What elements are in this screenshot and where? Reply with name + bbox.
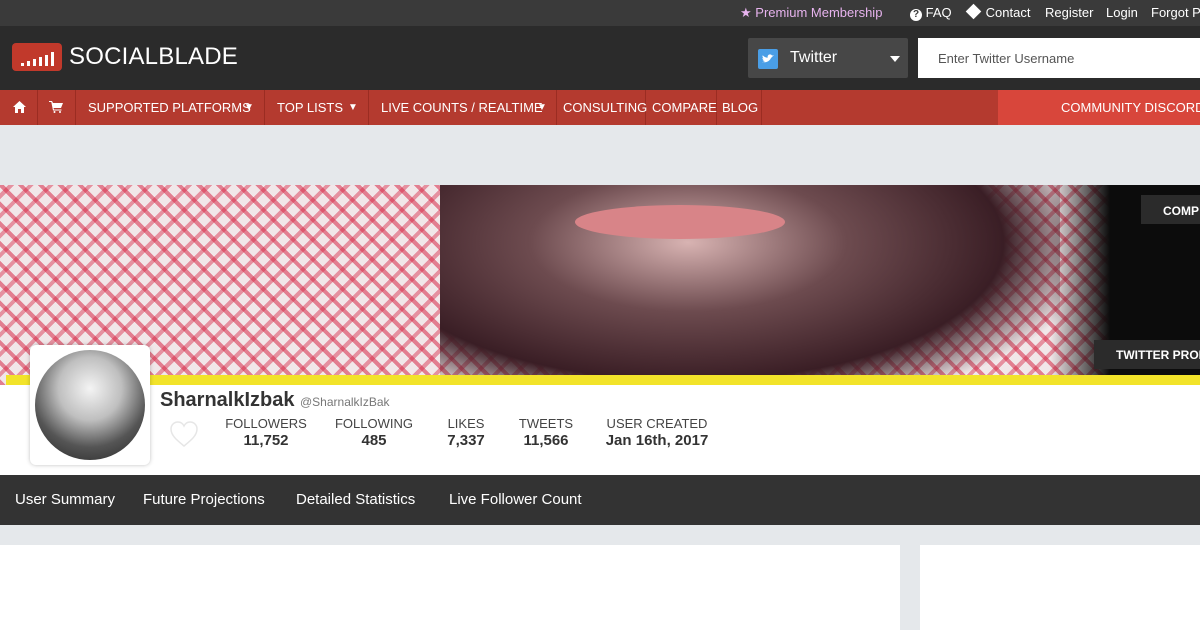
site-header: SOCIALBLADE Twitter xyxy=(0,26,1200,90)
stat-tweets-value: 11,566 xyxy=(523,432,569,449)
caret-down-icon: ▼ xyxy=(348,102,358,113)
twitter-bird-icon xyxy=(758,49,778,69)
top-utility-bar: ★ Premium Membership ? FAQ Contact Regis… xyxy=(0,0,1200,26)
login-link[interactable]: Login xyxy=(1106,5,1138,20)
signal-bars-icon xyxy=(21,52,54,66)
logo-icon[interactable] xyxy=(12,43,62,71)
tab-user-summary[interactable]: User Summary xyxy=(15,491,115,508)
username-search-input[interactable] xyxy=(918,38,1200,78)
faq-label: FAQ xyxy=(925,5,952,20)
shopping-cart-icon xyxy=(49,101,63,113)
stat-tweets-label: TWEETS xyxy=(518,416,574,431)
nav-supported-platforms-label: SUPPORTED PLATFORMS xyxy=(88,100,251,115)
profile-handle: @SharnalkIzBak xyxy=(300,395,390,409)
register-link[interactable]: Register xyxy=(1045,5,1093,20)
main-content-panel xyxy=(0,545,900,630)
tag-icon xyxy=(965,3,982,20)
stat-user-created-value: Jan 16th, 2017 xyxy=(605,432,709,449)
main-nav: SUPPORTED PLATFORMS ▼ TOP LISTS ▼ LIVE C… xyxy=(0,90,1200,125)
stat-followers-label: FOLLOWERS xyxy=(225,416,307,431)
premium-label: Premium Membership xyxy=(755,5,883,20)
stat-following-label: FOLLOWING xyxy=(334,416,414,431)
compare-button[interactable]: COMP xyxy=(1141,195,1200,224)
nav-consulting-label: CONSULTING xyxy=(563,100,648,115)
profile-banner-image: COMP TWITTER PROF xyxy=(0,185,1200,385)
stat-user-created-label: USER CREATED xyxy=(606,416,708,431)
nav-consulting[interactable]: CONSULTING xyxy=(557,90,648,125)
nav-discord-label: COMMUNITY DISCORD xyxy=(1061,100,1200,115)
profile-tabs: User Summary Future Projections Detailed… xyxy=(0,475,1200,525)
heart-favorite-icon[interactable] xyxy=(168,418,200,450)
tab-live-follower-count[interactable]: Live Follower Count xyxy=(449,491,582,508)
nav-compare[interactable]: COMPARE xyxy=(646,90,717,125)
question-circle-icon: ? xyxy=(910,9,922,21)
profile-name: SharnalkIzbak xyxy=(160,389,295,411)
stat-followers-value: 11,752 xyxy=(243,432,289,449)
caret-down-icon: ▼ xyxy=(244,102,254,113)
caret-down-icon: ▼ xyxy=(537,102,547,113)
nav-top-lists-label: TOP LISTS xyxy=(277,100,343,115)
nav-supported-platforms[interactable]: SUPPORTED PLATFORMS ▼ xyxy=(76,90,265,125)
nav-blog-label: BLOG xyxy=(722,100,759,115)
faq-link[interactable]: ? FAQ xyxy=(910,5,952,21)
nav-home[interactable] xyxy=(0,90,38,125)
platform-label: Twitter xyxy=(790,49,838,66)
banner-mouth xyxy=(575,205,785,239)
contact-label: Contact xyxy=(985,5,1031,20)
stat-following-value: 485 xyxy=(361,432,387,449)
tab-future-projections[interactable]: Future Projections xyxy=(143,491,265,508)
nav-community-discord[interactable]: COMMUNITY DISCORD xyxy=(998,90,1200,125)
tab-detailed-statistics[interactable]: Detailed Statistics xyxy=(296,491,415,508)
banner-yellow-strip xyxy=(6,375,1200,385)
nav-live-counts[interactable]: LIVE COUNTS / REALTIME ▼ xyxy=(369,90,557,125)
nav-blog[interactable]: BLOG xyxy=(717,90,762,125)
nav-top-lists[interactable]: TOP LISTS ▼ xyxy=(265,90,369,125)
caret-down-icon xyxy=(890,56,900,62)
twitter-profile-button[interactable]: TWITTER PROF xyxy=(1094,340,1200,369)
forgot-password-link[interactable]: Forgot Pa xyxy=(1151,5,1200,20)
site-logo-text[interactable]: SOCIALBLADE xyxy=(69,43,238,71)
nav-store[interactable] xyxy=(38,90,76,125)
star-icon: ★ xyxy=(740,5,752,20)
avatar-card xyxy=(30,345,150,465)
avatar xyxy=(35,350,145,460)
nav-compare-label: COMPARE xyxy=(652,100,717,115)
nav-live-counts-label: LIVE COUNTS / REALTIME xyxy=(381,100,543,115)
contact-link[interactable]: Contact xyxy=(965,3,1031,20)
platform-selector[interactable]: Twitter xyxy=(748,38,908,78)
sidebar-panel xyxy=(920,545,1200,630)
stat-likes-label: LIKES xyxy=(447,416,485,431)
stat-likes-value: 7,337 xyxy=(447,432,485,449)
premium-membership-link[interactable]: ★ Premium Membership xyxy=(740,5,882,21)
home-icon xyxy=(13,101,26,113)
